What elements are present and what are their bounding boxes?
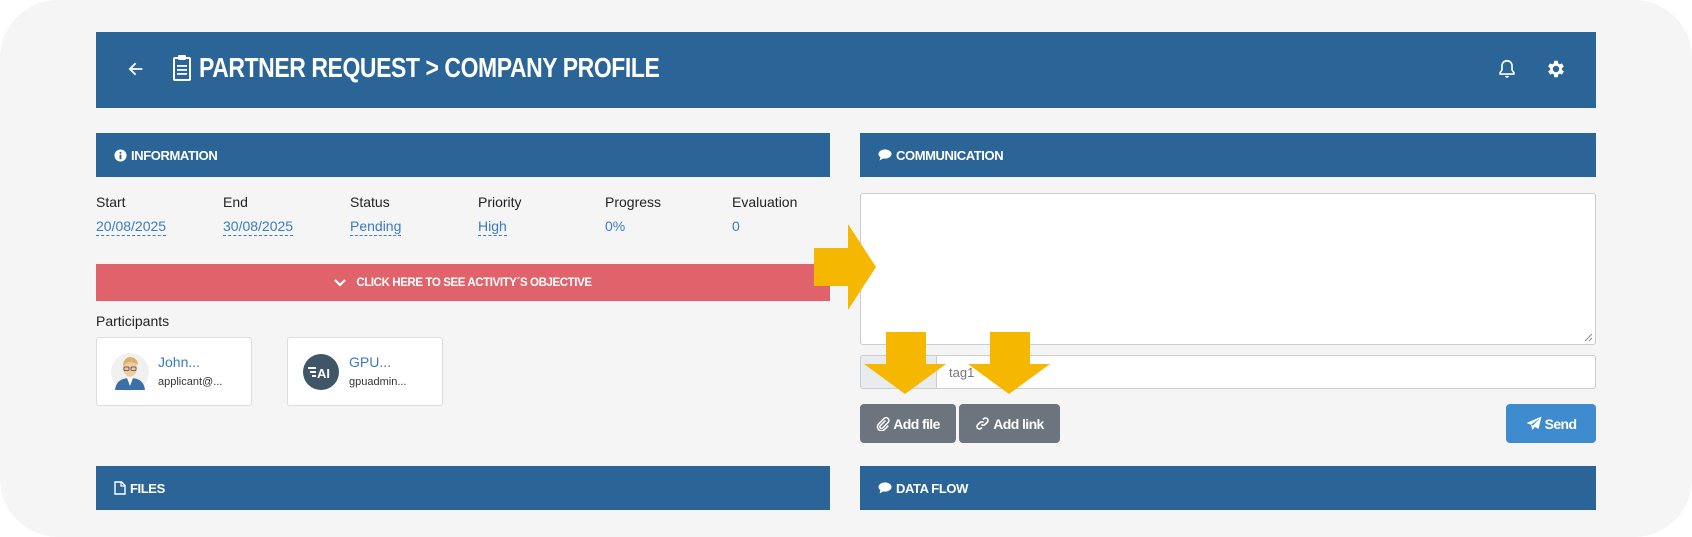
- annotation-arrow-down-icon: [864, 332, 946, 394]
- end-date-value[interactable]: 30/08/2025: [223, 218, 294, 236]
- information-title: INFORMATION: [131, 147, 218, 163]
- evaluation-value: 0: [732, 218, 740, 234]
- participant-card-john[interactable]: John... applicant@...: [96, 337, 252, 406]
- participant-name: GPU...: [349, 354, 392, 370]
- message-textarea[interactable]: [860, 193, 1596, 345]
- start-date-value[interactable]: 20/08/2025: [96, 218, 167, 236]
- top-header-bar: PARTNER REQUEST > COMPANY PROFILE: [96, 32, 1596, 108]
- clipboard-icon: [173, 55, 191, 81]
- status-value[interactable]: Pending: [350, 218, 402, 236]
- back-arrow-icon[interactable]: [124, 58, 146, 80]
- communication-panel-header: COMMUNICATION: [860, 133, 1596, 177]
- participants-label: Participants: [96, 313, 170, 329]
- add-file-button[interactable]: Add file: [860, 404, 956, 443]
- data-flow-panel-header: DATA FLOW: [860, 466, 1596, 510]
- information-panel-header: INFORMATION: [96, 133, 830, 177]
- send-button[interactable]: Send: [1506, 404, 1596, 443]
- participant-email: applicant@...: [158, 376, 223, 388]
- info-field-end: End 30/08/2025: [223, 194, 294, 236]
- page-frame: PARTNER REQUEST > COMPANY PROFILE INFORM…: [0, 0, 1692, 537]
- add-link-label: Add link: [993, 415, 1044, 432]
- user-avatar-icon: [111, 353, 149, 391]
- info-field-evaluation: Evaluation 0: [732, 194, 797, 234]
- progress-value: 0%: [605, 218, 626, 234]
- info-field-priority: Priority High: [478, 194, 522, 236]
- data-flow-title: DATA FLOW: [896, 480, 968, 496]
- annotation-arrow-down-icon: [968, 332, 1050, 394]
- communication-title: COMMUNICATION: [896, 147, 1004, 163]
- annotation-arrow-right-icon: [814, 224, 876, 310]
- end-label: End: [223, 194, 248, 210]
- participant-name: John...: [158, 354, 201, 370]
- send-label: Send: [1544, 415, 1577, 432]
- chevron-down-icon: [334, 278, 347, 287]
- add-file-label: Add file: [893, 415, 940, 432]
- info-icon: [114, 148, 127, 162]
- paper-plane-icon: [1526, 416, 1542, 430]
- participant-email: gpuadmin...: [349, 376, 407, 388]
- status-label: Status: [350, 194, 390, 210]
- info-field-status: Status Pending: [350, 194, 402, 236]
- svg-text:AI: AI: [317, 366, 330, 381]
- paperclip-icon: [876, 416, 890, 431]
- evaluation-label: Evaluation: [732, 194, 798, 210]
- comment-icon: [878, 482, 892, 494]
- objective-button-label: CLICK HERE TO SEE ACTIVITY´S OBJECTIVE: [356, 276, 592, 289]
- info-field-progress: Progress 0%: [605, 194, 661, 234]
- gear-icon[interactable]: [1545, 58, 1567, 80]
- page-title: PARTNER REQUEST > COMPANY PROFILE: [199, 52, 660, 83]
- info-field-start: Start 20/08/2025: [96, 194, 167, 236]
- gpu-ai-avatar-icon: AI: [303, 354, 339, 390]
- link-icon: [976, 417, 990, 430]
- add-link-button[interactable]: Add link: [959, 404, 1060, 443]
- priority-value[interactable]: High: [478, 218, 507, 236]
- participant-card-gpu[interactable]: AI GPU... gpuadmin...: [287, 337, 443, 406]
- bell-icon[interactable]: [1496, 58, 1518, 80]
- files-title: FILES: [130, 480, 165, 496]
- progress-label: Progress: [605, 194, 662, 210]
- priority-label: Priority: [478, 194, 522, 210]
- see-objective-button[interactable]: CLICK HERE TO SEE ACTIVITY´S OBJECTIVE: [96, 264, 830, 301]
- start-label: Start: [96, 194, 126, 210]
- comment-icon: [878, 149, 892, 161]
- files-panel-header: FILES: [96, 466, 830, 510]
- file-icon: [114, 481, 126, 495]
- resize-grip-icon[interactable]: [1583, 332, 1593, 342]
